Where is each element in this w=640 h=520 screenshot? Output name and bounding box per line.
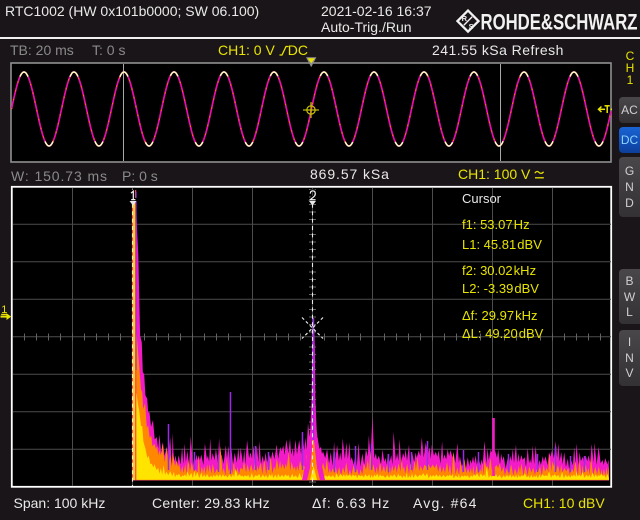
svg-text:f1: 53.07 Hz: f1: 53.07 Hz — [462, 217, 530, 232]
svg-text:Cursor: Cursor — [462, 191, 502, 206]
svg-text:R: R — [462, 13, 468, 22]
svg-text:ΔL: 49.20 dBV: ΔL: 49.20 dBV — [462, 326, 544, 341]
svg-text:L1: 45.81 dBV: L1: 45.81 dBV — [462, 237, 542, 252]
svg-text:ROHDE&SCHWARZ: ROHDE&SCHWARZ — [481, 9, 638, 34]
svg-text:L2: -3.39 dBV: L2: -3.39 dBV — [462, 281, 539, 296]
svg-text:Δf: 29.97 kHz: Δf: 29.97 kHz — [462, 308, 538, 323]
svg-text:f2: 30.02 kHz: f2: 30.02 kHz — [462, 263, 536, 278]
svg-text:S: S — [469, 21, 474, 30]
